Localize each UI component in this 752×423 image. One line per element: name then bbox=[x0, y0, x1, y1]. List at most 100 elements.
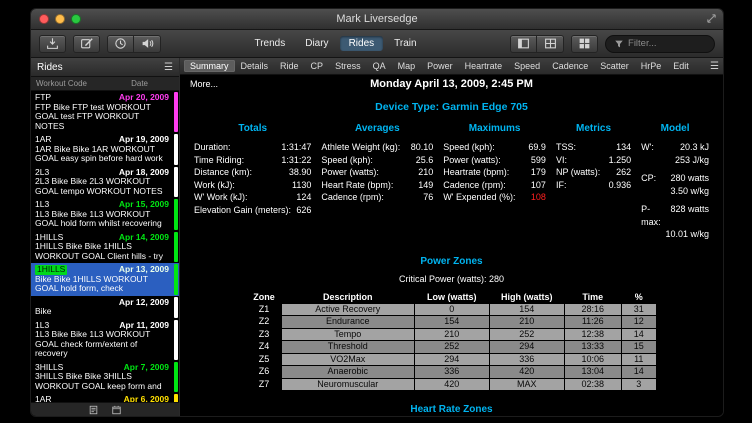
chart-tab-ride[interactable]: Ride bbox=[274, 60, 305, 72]
zone-value: 02:38 bbox=[565, 379, 621, 391]
chart-tab-summary[interactable]: Summary bbox=[184, 60, 235, 72]
zone-col-header: Zone bbox=[247, 291, 281, 303]
ride-entry[interactable]: 1L3Apr 11, 20091L3 Bike Bike 1L3 WORKOUT… bbox=[31, 319, 179, 361]
metric-label: Elevation Gain (meters): bbox=[194, 204, 291, 217]
sidebar-toggle-icon[interactable] bbox=[510, 35, 537, 53]
chart-tab-power[interactable]: Power bbox=[421, 60, 459, 72]
chart-tab-cadence[interactable]: Cadence bbox=[546, 60, 594, 72]
zone-value: 14 bbox=[622, 366, 656, 378]
zone-value: 210 bbox=[415, 329, 489, 341]
zone-value: 154 bbox=[490, 304, 564, 316]
zone-row: Z4Threshold25229413:3315 bbox=[247, 341, 656, 353]
ride-color-strip bbox=[174, 134, 178, 165]
more-link[interactable]: More... bbox=[190, 79, 218, 89]
manual-entry-button[interactable] bbox=[73, 35, 100, 53]
chart-tab-scatter[interactable]: Scatter bbox=[594, 60, 635, 72]
ride-entry[interactable]: 2L3Apr 18, 20092L3 Bike Bike 2L3 WORKOUT… bbox=[31, 166, 179, 199]
ride-date: Apr 12, 2009 bbox=[119, 298, 169, 308]
journal-icon[interactable] bbox=[88, 405, 99, 415]
metric-label: CP: bbox=[641, 172, 656, 185]
chart-tab-qa[interactable]: QA bbox=[367, 60, 392, 72]
sync-clock-icon[interactable] bbox=[107, 35, 134, 53]
metric-value: 69.9 bbox=[528, 141, 546, 154]
ride-entry[interactable]: 1L3Apr 15, 20091L3 Bike Bike 1L3 WORKOUT… bbox=[31, 198, 179, 231]
filter-input[interactable]: Filter... bbox=[605, 35, 715, 53]
ride-desc: Bike Bike 1HILLS WORKOUT GOAL hold form,… bbox=[35, 275, 169, 294]
col-workout-code[interactable]: Workout Code bbox=[36, 79, 87, 88]
metric-row: Heartrate (bpm):179 bbox=[443, 166, 546, 179]
main-toolbar: TrendsDiaryRidesTrain Filter... bbox=[31, 30, 723, 58]
metric-value: 1130 bbox=[292, 179, 311, 192]
ride-entry[interactable]: 3HILLSApr 7, 20093HILLS Bike Bike 3HILLS… bbox=[31, 361, 179, 394]
metric-label: IF: bbox=[556, 179, 567, 192]
metric-label: P-max: bbox=[641, 203, 665, 228]
metric-row: CP:280 watts bbox=[641, 172, 709, 185]
ride-entry[interactable]: 1HILLSApr 13, 2009Bike Bike 1HILLS WORKO… bbox=[31, 263, 179, 296]
zone-value: 154 bbox=[415, 316, 489, 328]
ride-entry[interactable]: 1ARApr 19, 20091AR Bike Bike 1AR WORKOUT… bbox=[31, 133, 179, 166]
toolbar-tab-rides[interactable]: Rides bbox=[340, 36, 384, 51]
zone-value: 13:33 bbox=[565, 341, 621, 353]
metric-value: 253 J/kg bbox=[675, 154, 709, 167]
zone-value: MAX bbox=[490, 379, 564, 391]
metric-label: VI: bbox=[556, 154, 567, 167]
metric-value: 0.936 bbox=[609, 179, 632, 192]
fullscreen-icon[interactable] bbox=[706, 13, 717, 24]
metric-value: 1:31:22 bbox=[281, 154, 311, 167]
app-window: Mark Liversedge TrendsDiaryRidesTrain bbox=[30, 8, 724, 417]
zoom-button[interactable] bbox=[71, 14, 81, 24]
metric-label: TSS: bbox=[556, 141, 576, 154]
calendar-icon[interactable] bbox=[111, 405, 122, 415]
sidebar-column-headers: Workout Code Date bbox=[31, 77, 179, 91]
metric-label: Power (watts): bbox=[321, 166, 379, 179]
ride-color-strip bbox=[174, 362, 178, 393]
ride-entry[interactable]: 1ARApr 6, 20091AR Bike Bike 1AR WORKOUT … bbox=[31, 393, 179, 402]
chart-tab-details[interactable]: Details bbox=[235, 60, 275, 72]
chart-tab-hrpe[interactable]: HrPe bbox=[635, 60, 668, 72]
toolbar-tab-train[interactable]: Train bbox=[385, 36, 425, 51]
import-ride-button[interactable] bbox=[39, 35, 66, 53]
chart-tab-edit[interactable]: Edit bbox=[667, 60, 695, 72]
close-button[interactable] bbox=[39, 14, 49, 24]
ride-entry[interactable]: FTPApr 20, 2009FTP Bike FTP test WORKOUT… bbox=[31, 91, 179, 133]
zone-row: Z5VO2Max29433610:0611 bbox=[247, 354, 656, 366]
metric-row: Heart Rate (bpm):149 bbox=[321, 179, 433, 192]
toolbar-tab-trends[interactable]: Trends bbox=[245, 36, 294, 51]
filter-placeholder: Filter... bbox=[628, 38, 657, 49]
sidebar-header[interactable]: Rides ☰ bbox=[31, 58, 179, 77]
metric-value: 626 bbox=[296, 204, 311, 217]
zone-value: 252 bbox=[490, 329, 564, 341]
zone-value: 11:26 bbox=[565, 316, 621, 328]
sidebar-menu-icon[interactable]: ☰ bbox=[164, 62, 173, 73]
zone-value: 15 bbox=[622, 341, 656, 353]
ride-desc: FTP Bike FTP test WORKOUT GOAL test FTP … bbox=[35, 103, 169, 132]
metric-row: Power (watts):210 bbox=[321, 166, 433, 179]
ride-entry[interactable]: 1HILLSApr 14, 20091HILLS Bike Bike 1HILL… bbox=[31, 231, 179, 264]
chart-tab-map[interactable]: Map bbox=[392, 60, 422, 72]
metric-value: 828 watts bbox=[670, 203, 709, 228]
col-date[interactable]: Date bbox=[131, 79, 148, 88]
speaker-icon[interactable] bbox=[134, 35, 161, 53]
metric-row: Speed (kph):25.6 bbox=[321, 154, 433, 167]
metric-label: Time Riding: bbox=[194, 154, 244, 167]
ride-desc: 1AR Bike Bike 1AR WORKOUT GOAL easy spin… bbox=[35, 145, 169, 164]
zone-value: 12 bbox=[622, 316, 656, 328]
summary-column-maximums: MaximumsSpeed (kph):69.9Power (watts):59… bbox=[443, 123, 546, 241]
tiled-view-icon[interactable] bbox=[537, 35, 564, 53]
zone-name: Z5 bbox=[247, 354, 281, 366]
minimize-button[interactable] bbox=[55, 14, 65, 24]
chart-grid-icon[interactable] bbox=[571, 35, 598, 53]
zone-value: 210 bbox=[490, 316, 564, 328]
chart-tab-cp[interactable]: CP bbox=[305, 60, 330, 72]
chart-menu-icon[interactable]: ☰ bbox=[710, 61, 719, 72]
metric-value: 134 bbox=[616, 141, 631, 154]
zone-value: Anaerobic bbox=[282, 366, 414, 378]
chart-tab-speed[interactable]: Speed bbox=[508, 60, 546, 72]
toolbar-tab-diary[interactable]: Diary bbox=[296, 36, 337, 51]
sidebar-footer bbox=[31, 402, 179, 416]
summary-column-totals: TotalsDuration:1:31:47Time Riding:1:31:2… bbox=[194, 123, 311, 241]
chart-tab-heartrate[interactable]: Heartrate bbox=[459, 60, 509, 72]
chart-tab-stress[interactable]: Stress bbox=[329, 60, 367, 72]
ride-entry[interactable]: Apr 12, 2009Bike bbox=[31, 296, 179, 319]
zone-value: 336 bbox=[490, 354, 564, 366]
